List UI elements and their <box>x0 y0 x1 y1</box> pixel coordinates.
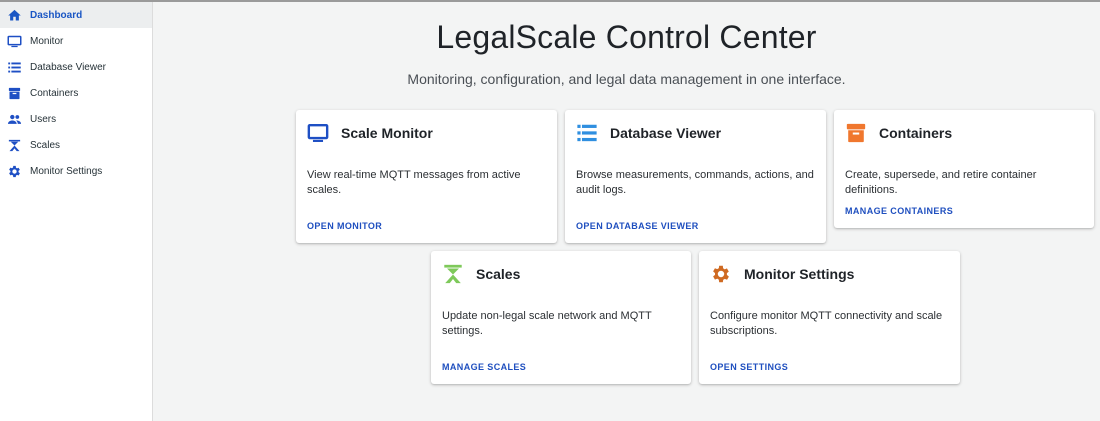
card-scale-monitor: Scale Monitor View real-time MQTT messag… <box>296 110 557 243</box>
monitor-icon <box>307 122 329 144</box>
card-description: Configure monitor MQTT connectivity and … <box>710 310 943 337</box>
card-description: Update non-legal scale network and MQTT … <box>442 310 652 337</box>
gear-icon <box>710 263 732 285</box>
card-title: Scale Monitor <box>341 125 433 141</box>
open-monitor-button[interactable]: OPEN MONITOR <box>307 221 382 231</box>
archive-icon <box>7 86 22 101</box>
manage-containers-button[interactable]: MANAGE CONTAINERS <box>845 206 953 216</box>
users-icon <box>7 112 22 127</box>
sidebar-item-monitor-settings[interactable]: Monitor Settings <box>0 158 152 184</box>
card-header: Containers <box>845 122 952 144</box>
sidebar-item-monitor[interactable]: Monitor <box>0 28 152 54</box>
scale-icon <box>7 138 22 153</box>
card-title: Scales <box>476 266 521 282</box>
scale-icon <box>442 263 464 285</box>
sidebar-item-label: Dashboard <box>30 9 83 21</box>
card-description: Create, supersede, and retire container … <box>845 169 1037 196</box>
open-settings-button[interactable]: OPEN SETTINGS <box>710 362 788 372</box>
sidebar-item-label: Database Viewer <box>30 61 106 73</box>
sidebar-item-label: Containers <box>30 87 79 99</box>
card-header: Monitor Settings <box>710 263 854 285</box>
gear-icon <box>7 164 22 179</box>
sidebar-item-label: Users <box>30 113 57 125</box>
sidebar-item-scales[interactable]: Scales <box>0 132 152 158</box>
card-title: Database Viewer <box>610 125 722 141</box>
card-containers: Containers Create, supersede, and retire… <box>834 110 1094 228</box>
card-monitor-settings: Monitor Settings Configure monitor MQTT … <box>699 251 960 384</box>
page-title: LegalScale Control Center <box>436 19 817 55</box>
sidebar-item-dashboard[interactable]: Dashboard <box>0 2 152 28</box>
database-icon <box>7 60 22 75</box>
archive-icon <box>845 122 867 144</box>
sidebar-item-label: Monitor Settings <box>30 165 103 177</box>
home-icon <box>7 8 22 23</box>
card-header: Scales <box>442 263 520 285</box>
sidebar-item-label: Scales <box>30 139 61 151</box>
card-description: View real-time MQTT messages from active… <box>307 169 521 196</box>
card-scales: Scales Update non-legal scale network an… <box>431 251 691 384</box>
sidebar-item-database-viewer[interactable]: Database Viewer <box>0 54 152 80</box>
open-database-viewer-button[interactable]: OPEN DATABASE VIEWER <box>576 221 699 231</box>
card-description: Browse measurements, commands, actions, … <box>576 169 814 196</box>
card-title: Monitor Settings <box>744 266 855 282</box>
page-subtitle: Monitoring, configuration, and legal dat… <box>407 71 846 87</box>
sidebar: Dashboard Monitor Database Viewer Contai… <box>0 2 153 421</box>
card-header: Database Viewer <box>576 122 721 144</box>
manage-scales-button[interactable]: MANAGE SCALES <box>442 362 526 372</box>
card-header: Scale Monitor <box>307 122 433 144</box>
sidebar-item-users[interactable]: Users <box>0 106 152 132</box>
main-content: LegalScale Control Center Monitoring, co… <box>153 2 1100 421</box>
database-icon <box>576 122 598 144</box>
monitor-icon <box>7 34 22 49</box>
sidebar-item-containers[interactable]: Containers <box>0 80 152 106</box>
card-database-viewer: Database Viewer Browse measurements, com… <box>565 110 826 243</box>
card-title: Containers <box>879 125 953 141</box>
sidebar-item-label: Monitor <box>30 35 64 47</box>
